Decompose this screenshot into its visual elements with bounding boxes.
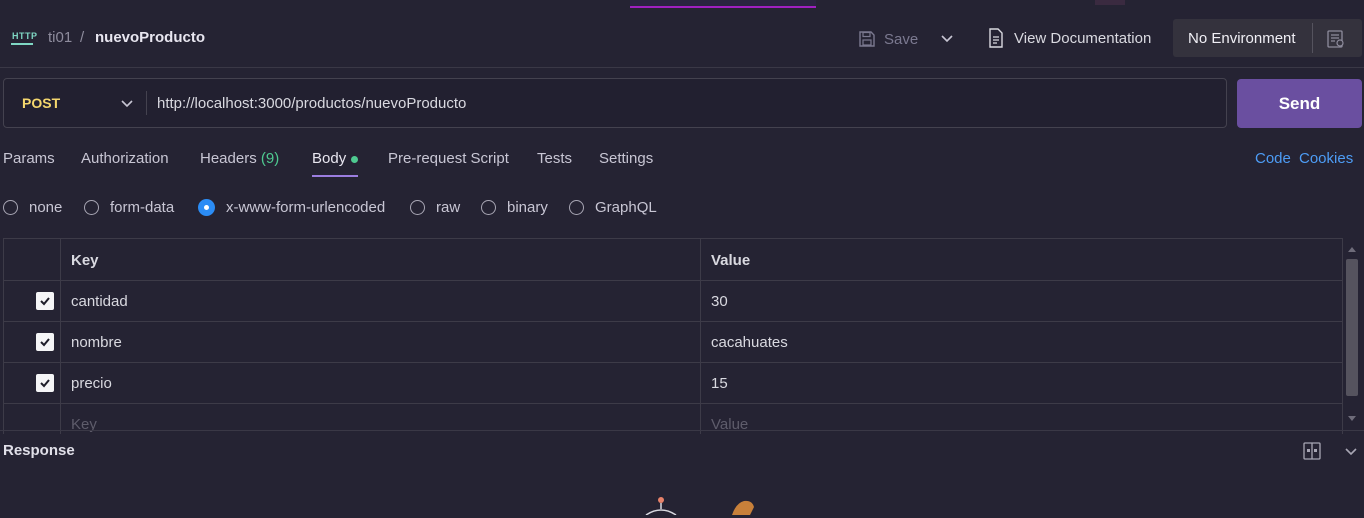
view-documentation-label: View Documentation [1014, 29, 1152, 47]
tab-params[interactable]: Params [3, 150, 55, 167]
radio-raw-label: raw [436, 199, 461, 216]
table-row: precio 15 [4, 362, 1342, 404]
top-accent-strip [630, 0, 816, 8]
send-button[interactable]: Send [1237, 79, 1362, 128]
url-input[interactable]: http://localhost:3000/productos/nuevoPro… [157, 95, 466, 112]
header-checkbox-cell [4, 239, 61, 280]
row-key-input[interactable]: nombre [71, 334, 122, 351]
response-collapse-chevron-down-icon[interactable] [1343, 443, 1359, 462]
document-icon [989, 28, 1003, 48]
headers-count-badge: (9) [260, 150, 280, 167]
radio-graphql-circle[interactable] [569, 200, 584, 215]
response-title: Response [3, 442, 75, 459]
save-label: Save [884, 30, 919, 48]
request-name[interactable]: nuevoProducto [95, 29, 205, 46]
empty-response-illustration [640, 495, 770, 516]
table-row: cantidad 30 [4, 280, 1342, 322]
row-enabled-checkbox[interactable] [36, 374, 54, 392]
radio-binary-label: binary [507, 199, 548, 216]
code-link[interactable]: Code [1255, 150, 1291, 167]
tab-prerequest-script[interactable]: Pre-request Script [388, 150, 509, 167]
scrollbar-thumb[interactable] [1346, 259, 1358, 396]
row-enabled-checkbox[interactable] [36, 333, 54, 351]
row-value-input[interactable]: cacahuates [711, 334, 788, 351]
radio-binary[interactable]: binary [481, 199, 548, 216]
http-request-icon: HTTP [11, 29, 37, 47]
breadcrumb-separator: / [80, 29, 85, 46]
radio-urlencoded-circle[interactable] [198, 199, 215, 216]
radio-graphql[interactable]: GraphQL [569, 199, 657, 216]
tab-body-label: Body [312, 150, 347, 167]
radio-form-data-circle[interactable] [84, 200, 99, 215]
radio-none-circle[interactable] [3, 200, 18, 215]
tab-authorization[interactable]: Authorization [81, 150, 169, 167]
active-tab-indicator [312, 175, 358, 177]
view-documentation-button[interactable]: View Documentation [988, 27, 1151, 49]
tab-headers[interactable]: Headers (9) [200, 150, 279, 167]
radio-urlencoded-label: x-www-form-urlencoded [226, 199, 386, 216]
radio-form-data[interactable]: form-data [84, 199, 174, 216]
http-method-select[interactable]: POST [22, 95, 60, 111]
save-button[interactable]: Save [858, 28, 918, 50]
environment-quick-look-icon[interactable] [1326, 29, 1346, 52]
cookies-link[interactable]: Cookies [1299, 150, 1353, 167]
radio-raw[interactable]: raw [410, 199, 460, 216]
layout-toggle-icon[interactable] [1303, 442, 1321, 463]
url-divider [146, 91, 147, 115]
body-active-dot-icon [351, 155, 359, 163]
save-options-chevron-down-icon[interactable] [939, 30, 955, 46]
radio-urlencoded[interactable]: x-www-form-urlencoded [198, 199, 385, 216]
request-url-bar: POST http://localhost:3000/productos/nue… [3, 78, 1227, 128]
response-divider[interactable] [0, 430, 1364, 431]
radio-none-label: none [29, 199, 63, 216]
radio-graphql-label: GraphQL [595, 199, 657, 216]
header-divider [0, 67, 1364, 68]
radio-raw-circle[interactable] [410, 200, 425, 215]
scroll-up-arrow-icon[interactable] [1347, 245, 1357, 253]
environment-label: No Environment [1188, 30, 1296, 47]
row-value-input[interactable]: 15 [711, 375, 728, 392]
environment-divider [1312, 23, 1313, 53]
breadcrumb-collection[interactable]: ti01 [48, 29, 72, 46]
method-chevron-down-icon[interactable] [119, 95, 135, 114]
urlencoded-params-table: Key Value cantidad 30 nombre cacahuates … [3, 238, 1343, 434]
column-header-key: Key [71, 252, 99, 269]
tab-headers-label: Headers [200, 150, 257, 167]
table-scrollbar[interactable] [1344, 243, 1360, 428]
table-row: nombre cacahuates [4, 321, 1342, 363]
radio-none[interactable]: none [3, 199, 62, 216]
row-key-input[interactable]: cantidad [71, 293, 128, 310]
radio-binary-circle[interactable] [481, 200, 496, 215]
save-icon [859, 31, 875, 47]
radio-form-data-label: form-data [110, 199, 175, 216]
environment-selector[interactable]: No Environment [1173, 19, 1362, 57]
top-accent-strip-2 [1095, 0, 1125, 5]
row-key-input[interactable]: precio [71, 375, 112, 392]
tab-body[interactable]: Body [312, 150, 359, 167]
tab-tests[interactable]: Tests [537, 150, 572, 167]
tab-settings[interactable]: Settings [599, 150, 653, 167]
column-header-value: Value [711, 252, 751, 269]
table-header-row: Key Value [4, 239, 1342, 281]
scroll-down-arrow-icon[interactable] [1347, 415, 1357, 423]
row-value-input[interactable]: 30 [711, 293, 728, 310]
row-enabled-checkbox[interactable] [36, 292, 54, 310]
